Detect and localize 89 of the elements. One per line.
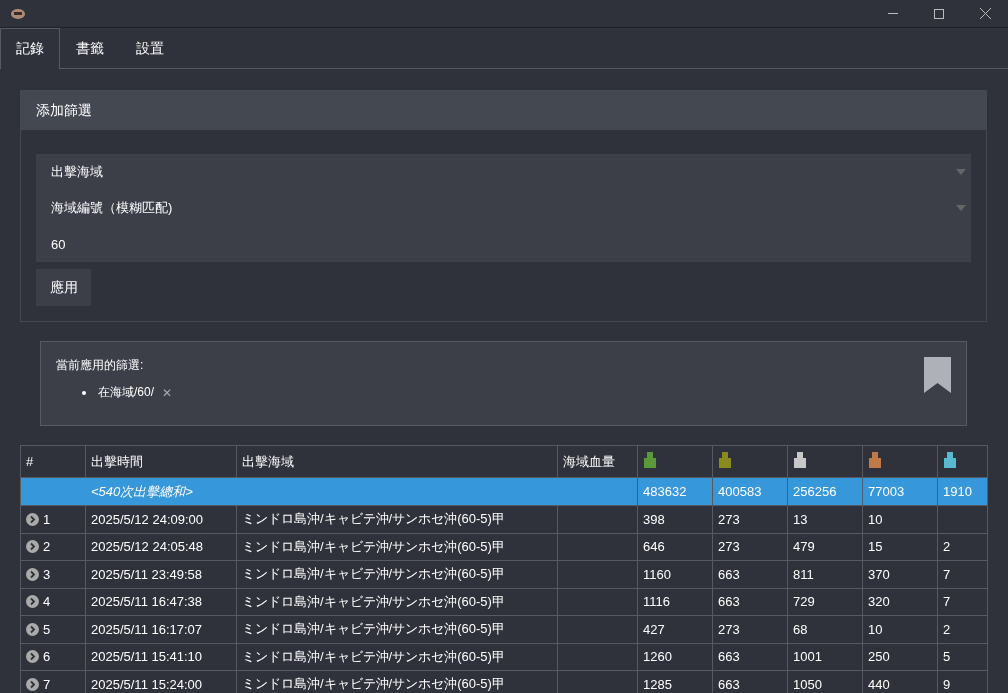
remove-button[interactable]: ✕ — [160, 385, 174, 400]
row-number: 4 — [43, 594, 51, 610]
bullet-icon — [82, 390, 86, 395]
panel-header: 添加篩選 — [21, 91, 986, 130]
caret-icon — [956, 169, 966, 175]
close-icon — [979, 8, 991, 19]
tab[interactable]: 設置 — [120, 28, 180, 69]
expand-icon[interactable] — [26, 567, 39, 581]
table-cell: 663 — [712, 588, 788, 616]
table-cell: 2 — [937, 533, 988, 561]
table-cell: 479 — [787, 533, 863, 561]
table-cell: 15 — [862, 533, 938, 561]
table-cell: 1160 — [637, 560, 713, 588]
table-cell: 2025/5/12 24:05:48 — [85, 533, 237, 561]
table-cell: 729 — [787, 588, 863, 616]
minimize-icon — [888, 13, 898, 14]
row-number: 5 — [43, 621, 51, 637]
table-cell: 2025/5/11 16:17:07 — [85, 615, 237, 643]
table-cell: 273 — [712, 533, 788, 561]
expand-icon[interactable] — [26, 540, 39, 554]
table-cell: 1260 — [637, 643, 713, 671]
table-cell: 2 — [937, 615, 988, 643]
column-header[interactable] — [712, 445, 788, 478]
table-cell: 7 — [937, 560, 988, 588]
table-cell: 13 — [787, 505, 863, 533]
table-cell: 7 — [937, 588, 988, 616]
table-cell: 663 — [712, 560, 788, 588]
table-cell: ミンドロ島沖/キャビテ沖/サンホセ沖(60-5)甲 — [236, 505, 558, 533]
column-header[interactable] — [862, 445, 938, 478]
table-cell: 2025/5/11 23:49:58 — [85, 560, 237, 588]
applied-filters-title: 當前應用的篩選: — [56, 357, 145, 374]
table-cell: 1001 — [787, 643, 863, 671]
table-cell: 5 — [937, 643, 988, 671]
table-cell: 10 — [862, 505, 938, 533]
column-header[interactable] — [787, 445, 863, 478]
table-cell: 68 — [787, 615, 863, 643]
summary-cell: <540次出擊總和> — [20, 477, 638, 506]
column-header[interactable] — [937, 445, 988, 478]
maximize-icon — [934, 8, 944, 19]
bookmark-icon[interactable] — [924, 357, 951, 393]
row-number: 1 — [43, 511, 51, 527]
apply-button[interactable]: 應用 — [36, 269, 91, 306]
table-cell: ミンドロ島沖/キャビテ沖/サンホセ沖(60-5)甲 — [236, 533, 558, 561]
filter-tag: 在海域/60/ — [98, 384, 154, 401]
table-cell: ミンドロ島沖/キャビテ沖/サンホセ沖(60-5)甲 — [236, 643, 558, 671]
caret-icon — [956, 205, 966, 211]
table-cell: 10 — [862, 615, 938, 643]
summary-cell: 77003 — [862, 477, 938, 506]
table-cell: 646 — [637, 533, 713, 561]
table-cell — [937, 505, 988, 533]
expand-icon[interactable] — [26, 512, 39, 526]
table-cell: 273 — [712, 615, 788, 643]
table-cell: 370 — [862, 560, 938, 588]
table-cell: 273 — [712, 505, 788, 533]
dropdown[interactable]: 出擊海域 — [36, 154, 971, 190]
row-number: 2 — [43, 539, 51, 555]
row-number: 6 — [43, 649, 51, 665]
app-logo-icon — [10, 7, 26, 20]
column-header[interactable]: 出擊時間 — [85, 445, 237, 478]
table-cell: 398 — [637, 505, 713, 533]
table-cell: ミンドロ島沖/キャビテ沖/サンホセ沖(60-5)甲 — [236, 588, 558, 616]
table-cell: ミンドロ島沖/キャビテ沖/サンホセ沖(60-5)甲 — [236, 560, 558, 588]
column-header[interactable]: 出擊海域 — [236, 445, 558, 478]
input-field[interactable]: 60 — [36, 226, 971, 262]
table-cell: ミンドロ島沖/キャビテ沖/サンホセ沖(60-5)甲 — [236, 615, 558, 643]
row-number: 7 — [43, 676, 51, 692]
summary-cell: 483632 — [637, 477, 713, 506]
table-cell: 2025/5/11 16:47:38 — [85, 588, 237, 616]
table-cell: 1116 — [637, 588, 713, 616]
tab[interactable]: 記錄 — [0, 28, 60, 69]
table-cell: 250 — [862, 643, 938, 671]
table-cell: 2025/5/11 15:41:10 — [85, 643, 237, 671]
table-cell: 2025/5/12 24:09:00 — [85, 505, 237, 533]
dropdown[interactable]: 海域編號（模糊匹配) — [36, 190, 971, 226]
table-cell: 320 — [862, 588, 938, 616]
expand-icon[interactable] — [26, 677, 39, 691]
expand-icon[interactable] — [26, 622, 39, 636]
expand-icon[interactable] — [26, 650, 39, 664]
tab[interactable]: 書籤 — [60, 28, 120, 69]
expand-icon[interactable] — [26, 595, 39, 609]
table-cell: 811 — [787, 560, 863, 588]
column-header[interactable]: # — [20, 445, 86, 478]
table-cell: 663 — [712, 643, 788, 671]
summary-cell: 400583 — [712, 477, 788, 506]
row-number: 3 — [43, 566, 51, 582]
table-cell: 427 — [637, 615, 713, 643]
summary-cell: 256256 — [787, 477, 863, 506]
column-header[interactable]: 海域血量 — [557, 445, 638, 478]
column-header[interactable] — [637, 445, 713, 478]
